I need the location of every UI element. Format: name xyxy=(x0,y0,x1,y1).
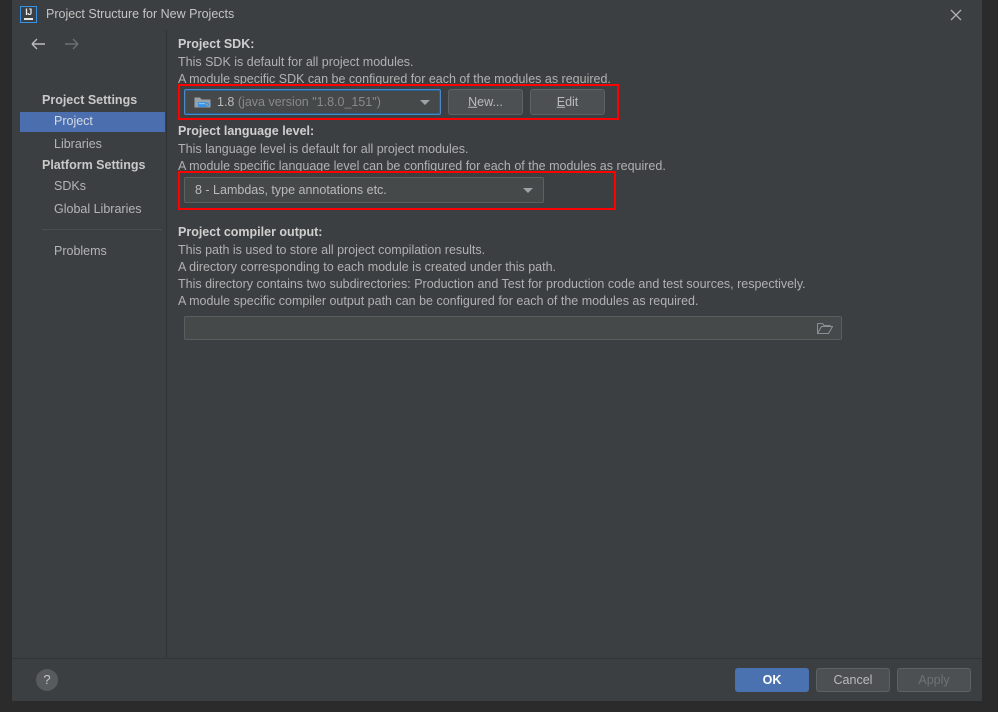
sidebar-item-sdks[interactable]: SDKs xyxy=(20,177,165,197)
dialog-footer: ? OK Cancel Apply xyxy=(12,658,982,701)
edit-sdk-button[interactable]: Edit xyxy=(530,89,605,115)
edit-sdk-label: dit xyxy=(565,95,578,109)
language-level-combobox[interactable]: 8 - Lambdas, type annotations etc. xyxy=(184,177,544,203)
sidebar-item-label: Global Libraries xyxy=(54,202,142,216)
apply-button-label: Apply xyxy=(898,674,970,687)
sidebar-item-problems[interactable]: Problems xyxy=(20,242,165,262)
close-icon[interactable] xyxy=(938,0,974,30)
sidebar-group-platform-settings: Platform Settings xyxy=(42,158,146,172)
compiler-output-heading: Project compiler output: xyxy=(178,225,322,239)
project-sdk-detail: (java version "1.8.0_151") xyxy=(238,95,381,109)
language-level-description-line-1: This language level is default for all p… xyxy=(178,142,468,156)
project-structure-dialog: IJ Project Structure for New Projects P xyxy=(12,0,982,700)
new-sdk-button[interactable]: New... xyxy=(448,89,523,115)
sidebar-separator xyxy=(42,229,162,230)
help-button[interactable]: ? xyxy=(36,669,58,691)
language-level-heading: Project language level: xyxy=(178,124,314,138)
sidebar-item-label: Libraries xyxy=(54,137,102,151)
ok-button-label: OK xyxy=(736,674,808,687)
sidebar-item-label: SDKs xyxy=(54,179,86,193)
settings-sidebar: Project Settings Project Libraries Platf… xyxy=(20,30,167,658)
arrow-right-icon[interactable] xyxy=(58,31,84,57)
project-sdk-heading: Project SDK: xyxy=(178,37,254,51)
project-settings-panel: Project SDK: This SDK is default for all… xyxy=(167,30,982,658)
ok-button[interactable]: OK xyxy=(735,668,809,692)
new-sdk-mnemonic: N xyxy=(468,95,477,109)
cancel-button[interactable]: Cancel xyxy=(816,668,890,692)
jdk-folder-icon xyxy=(194,94,211,110)
sidebar-item-label: Problems xyxy=(54,244,107,258)
sidebar-item-global-libraries[interactable]: Global Libraries xyxy=(20,200,165,220)
folder-browse-icon[interactable] xyxy=(817,321,833,335)
project-sdk-description-line-1: This SDK is default for all project modu… xyxy=(178,55,414,69)
compiler-output-path-field[interactable] xyxy=(184,316,842,340)
sidebar-item-label: Project xyxy=(54,114,93,128)
sidebar-item-project[interactable]: Project xyxy=(20,112,165,132)
project-sdk-value: 1.8 xyxy=(217,95,234,109)
help-icon: ? xyxy=(36,672,58,687)
apply-button: Apply xyxy=(897,668,971,692)
intellij-idea-icon: IJ xyxy=(20,6,37,23)
language-level-value: 8 - Lambdas, type annotations etc. xyxy=(195,183,387,197)
sidebar-group-project-settings: Project Settings xyxy=(42,93,137,107)
compiler-output-description-line-1: This path is used to store all project c… xyxy=(178,243,485,257)
cancel-button-label: Cancel xyxy=(817,674,889,687)
arrow-left-icon[interactable] xyxy=(26,31,52,57)
compiler-output-description-line-3: This directory contains two subdirectori… xyxy=(178,277,806,291)
title-bar: IJ Project Structure for New Projects xyxy=(12,0,982,30)
window-title: Project Structure for New Projects xyxy=(46,7,234,21)
project-sdk-description-line-2: A module specific SDK can be configured … xyxy=(178,72,611,86)
sidebar-item-libraries[interactable]: Libraries xyxy=(20,135,165,155)
project-sdk-combobox[interactable]: 1.8 (java version "1.8.0_151") xyxy=(184,89,441,115)
new-sdk-label: ew... xyxy=(477,95,503,109)
language-level-description-line-2: A module specific language level can be … xyxy=(178,159,666,173)
compiler-output-description-line-2: A directory corresponding to each module… xyxy=(178,260,556,274)
chevron-down-icon xyxy=(523,188,533,193)
chevron-down-icon xyxy=(420,100,430,105)
compiler-output-description-line-4: A module specific compiler output path c… xyxy=(178,294,698,308)
edit-sdk-mnemonic: E xyxy=(557,95,565,109)
